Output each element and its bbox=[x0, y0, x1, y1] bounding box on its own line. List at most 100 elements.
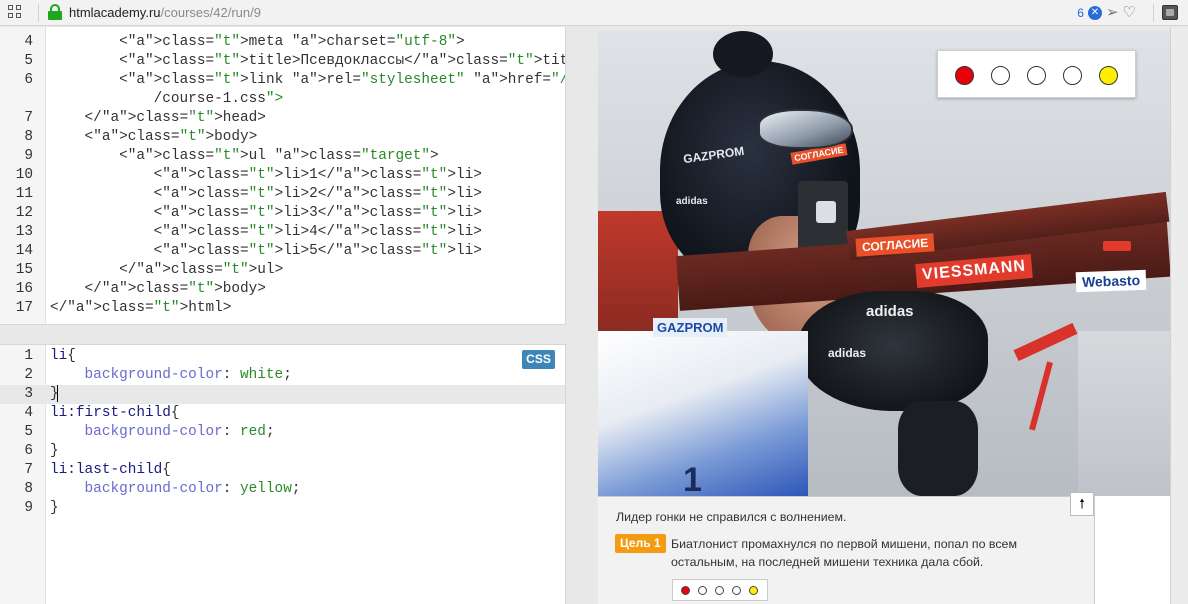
webasto-sticker: Webasto bbox=[1075, 269, 1147, 293]
css-editor[interactable]: 1 li{2 background-color: white; 3} 4 li:firs… bbox=[0, 344, 566, 604]
html-code-line[interactable]: 16 </"a">class="t">body> bbox=[0, 280, 565, 299]
biathlete-photo: GAZPROM adidas СОГЛАСИЕ СОГЛАСИЕ VIESSMA… bbox=[598, 31, 1170, 496]
url-path: /courses/42/run/9 bbox=[160, 5, 261, 20]
code-text: <"a">class="t">li>1</"a">class="t">li> bbox=[50, 167, 482, 183]
code-text: <"a">class="t">link "a">rel="stylesheet"… bbox=[50, 72, 565, 88]
html-code-line[interactable]: 14 <"a">class="t">li>5</"a">class="t">li… bbox=[0, 242, 565, 261]
code-text: </"a">class="t">ul> bbox=[50, 262, 284, 278]
line-number: 5 bbox=[24, 424, 33, 440]
target-ball bbox=[1099, 66, 1118, 85]
css-code-line[interactable]: 6} bbox=[0, 442, 565, 461]
line-number: 1 bbox=[24, 348, 33, 364]
html-code-line[interactable]: 13 <"a">class="t">li>4</"a">class="t">li… bbox=[0, 223, 565, 242]
collapse-arrow-button[interactable]: 🠕 bbox=[1070, 492, 1094, 516]
right-scroll-edge bbox=[1170, 27, 1188, 604]
extension-count-badge[interactable]: 6 bbox=[1077, 6, 1084, 20]
html-code-line[interactable]: 4 <"a">class="t">meta "a">charset="utf-8… bbox=[0, 33, 565, 52]
html-code-line[interactable]: 15 </"a">class="t">ul> bbox=[0, 261, 565, 280]
code-text: background-color: white; bbox=[84, 367, 292, 383]
html-code-line[interactable]: 5 <"a">class="t">title>Псевдоклассы</"a"… bbox=[0, 52, 565, 71]
line-number: 8 bbox=[24, 129, 33, 145]
html-code-line[interactable]: 7 </"a">class="t">head> bbox=[0, 109, 565, 128]
html-editor[interactable]: 4 <"a">class="t">meta "a">charset="utf-8… bbox=[0, 27, 566, 325]
toolbar-divider bbox=[38, 4, 39, 22]
target-ball bbox=[955, 66, 974, 85]
css-code-line[interactable]: 7 li:last-child{ bbox=[0, 461, 565, 480]
line-number: 9 bbox=[24, 500, 33, 516]
html-code-line[interactable]: 9 <"a">class="t">ul "a">class="target"> bbox=[0, 147, 565, 166]
toolbar-divider bbox=[1153, 4, 1154, 22]
url-domain: htmlacademy.ru bbox=[69, 5, 161, 20]
apps-grid-icon[interactable] bbox=[8, 5, 24, 21]
code-text: <"a">class="t">li>2</"a">class="t">li> bbox=[50, 186, 482, 202]
code-text: } bbox=[50, 443, 59, 459]
panel-splitter[interactable] bbox=[576, 27, 593, 604]
target-balls-panel bbox=[937, 50, 1136, 98]
html-code-line[interactable]: 6 <"a">class="t">link "a">rel="styleshee… bbox=[0, 71, 565, 90]
bookmark-heart-icon[interactable]: ♡ bbox=[1123, 4, 1136, 22]
line-number: 4 bbox=[24, 405, 33, 421]
css-code-line[interactable]: 8 background-color: yellow; bbox=[0, 480, 565, 499]
glove-brand: adidas bbox=[866, 303, 914, 320]
goal-ball bbox=[749, 586, 758, 595]
line-number: 9 bbox=[24, 148, 33, 164]
line-number: 8 bbox=[24, 481, 33, 497]
browser-toolbar: htmlacademy.ru/courses/42/run/9 6 ✕ ➢ ♡ bbox=[0, 0, 1188, 26]
css-code-line[interactable]: 5 background-color: red; bbox=[0, 423, 565, 442]
line-number: 16 bbox=[15, 281, 33, 297]
html-code-line[interactable]: 11 <"a">class="t">li>2</"a">class="t">li… bbox=[0, 185, 565, 204]
close-badge-icon[interactable]: ✕ bbox=[1087, 6, 1102, 20]
code-text: </"a">class="t">head> bbox=[50, 110, 266, 126]
text-cursor bbox=[57, 385, 58, 402]
html-code-line[interactable]: /course-1.css"> bbox=[0, 90, 565, 109]
css-code-line[interactable]: 3} bbox=[0, 385, 565, 404]
line-number: 10 bbox=[15, 167, 33, 183]
html-code-line[interactable]: 17 </"a">class="t">html> bbox=[0, 299, 565, 318]
extension-icon[interactable] bbox=[1162, 5, 1178, 20]
result-preview: GAZPROM adidas СОГЛАСИЕ СОГЛАСИЕ VIESSMA… bbox=[598, 31, 1170, 604]
line-number: 3 bbox=[24, 386, 33, 402]
jacket-brand: adidas bbox=[828, 346, 867, 360]
code-text: li:last-child{ bbox=[50, 462, 171, 478]
code-text: <"a">class="t">ul "a">class="target"> bbox=[50, 148, 439, 164]
info-panel-spacer bbox=[1095, 496, 1170, 604]
css-code-line[interactable]: 4 li:first-child{ bbox=[0, 404, 565, 423]
goal-text: Биатлонист промахнулся по первой мишени,… bbox=[671, 537, 1017, 569]
target-ball bbox=[1027, 66, 1046, 85]
css-code-line[interactable]: 1 li{ bbox=[0, 347, 565, 366]
goal-ball bbox=[715, 586, 724, 595]
code-text: <"a">class="t">body> bbox=[50, 129, 258, 145]
html-code-area[interactable]: 4 <"a">class="t">meta "a">charset="utf-8… bbox=[0, 33, 565, 318]
line-number: 4 bbox=[24, 34, 33, 50]
code-text: <"a">class="t">li>3</"a">class="t">li> bbox=[50, 205, 482, 221]
code-text: <"a">class="t">li>4</"a">class="t">li> bbox=[50, 224, 482, 240]
bib-number: 1 bbox=[683, 461, 702, 496]
code-text: /course-1.css"> bbox=[50, 91, 284, 107]
share-icon[interactable]: ➢ bbox=[1106, 4, 1119, 22]
address-bar[interactable]: htmlacademy.ru/courses/42/run/9 bbox=[69, 5, 261, 20]
target-ball bbox=[1063, 66, 1082, 85]
html-code-line[interactable]: 10 <"a">class="t">li>1</"a">class="t">li… bbox=[0, 166, 565, 185]
css-code-line[interactable]: 9} bbox=[0, 499, 565, 518]
html-code-line[interactable]: 12 <"a">class="t">li>3</"a">class="t">li… bbox=[0, 204, 565, 223]
code-text: </"a">class="t">html> bbox=[50, 300, 232, 316]
css-code-line[interactable]: 2 background-color: white; bbox=[0, 366, 565, 385]
code-text: background-color: yellow; bbox=[84, 481, 301, 497]
goal-ball bbox=[732, 586, 741, 595]
line-number: 15 bbox=[15, 262, 33, 278]
goal-preview-balls bbox=[672, 579, 768, 601]
html-code-line[interactable]: 8 <"a">class="t">body> bbox=[0, 128, 565, 147]
code-text: } bbox=[50, 500, 59, 516]
line-number: 6 bbox=[24, 443, 33, 459]
line-number: 2 bbox=[24, 367, 33, 383]
athlete-jacket bbox=[598, 331, 808, 496]
code-text: background-color: red; bbox=[84, 424, 275, 440]
task-caption: Лидер гонки не справился с волнением. bbox=[616, 510, 847, 524]
line-number: 5 bbox=[24, 53, 33, 69]
code-text: li{ bbox=[50, 348, 76, 364]
css-language-badge: CSS bbox=[522, 350, 555, 369]
cap-logo: adidas bbox=[676, 196, 708, 207]
goal-badge: Цель 1 bbox=[615, 534, 666, 553]
css-code-area[interactable]: 1 li{2 background-color: white; 3} 4 li:firs… bbox=[0, 347, 565, 518]
bib-brand: GAZPROM bbox=[653, 318, 728, 337]
